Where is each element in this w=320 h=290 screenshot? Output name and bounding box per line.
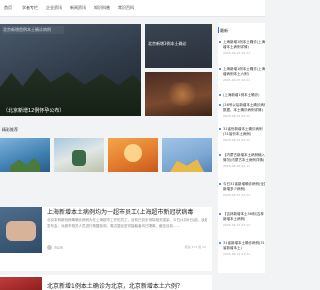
nav-scholar-column[interactable]: 学者专栏 xyxy=(22,5,38,11)
article-title-2[interactable]: 北京新增1例本土确诊为北京，北京新增本土六例？ xyxy=(47,281,183,290)
sidebar-item-title-line-1[interactable]: (上海新增1例本土确诊) xyxy=(223,93,265,98)
nav-science[interactable]: 知识科普 xyxy=(94,5,110,11)
sidebar-item-title-line-2[interactable]: 新增多少病例) xyxy=(223,187,265,192)
sidebar-latest: 最新 上海新增1例本土确诊(上海新 增本土病例详情) 2025-04-07 22… xyxy=(218,23,265,273)
sidebar-item-title-line-2[interactable]: 新增本土病例) xyxy=(223,217,265,222)
sidebar-item-title-line-2[interactable]: 增本土病例详情) xyxy=(223,45,265,50)
sun-shape xyxy=(124,144,142,162)
section-title: 精彩推荐 xyxy=(2,127,18,132)
hero-tag: 北京新增首例本土确诊病例 xyxy=(3,27,51,32)
bullet-icon xyxy=(219,128,221,130)
sidebar-title: 最新 xyxy=(220,28,228,33)
sidebar-item-date: 2025-04-07 22:11 xyxy=(223,114,251,118)
hero-side-card-2[interactable] xyxy=(145,72,212,116)
article-card-1[interactable]: 上海新增本土病例均为一超市员工(上海超市新冠状病毒 北京本例新冠病毒确诊病例为在… xyxy=(0,207,212,271)
bullet-icon xyxy=(219,154,221,156)
sidebar-item-title-line-2[interactable]: 省新增本土) xyxy=(223,246,265,251)
article-thumbnail-2[interactable] xyxy=(0,277,42,290)
sidebar-item-date: 2025-04-07 22:11 xyxy=(223,193,251,197)
sidebar-item-title-line-2[interactable]: (31省份本土病例) xyxy=(223,132,265,137)
sidebar-item-date: 2025-04-07 22:11 xyxy=(223,51,251,55)
sidebar-item-title-line-2[interactable]: 情况(内蒙古本土病例详情) xyxy=(223,158,265,163)
hero-side-card-1[interactable]: 北京新增3例本土确诊 xyxy=(145,24,212,68)
sidebar-item-date: 2025-04-07 22:11 xyxy=(223,78,251,82)
article-stats: 阅读 271 赞 12 xyxy=(184,245,206,249)
nav-home[interactable]: 首页 xyxy=(4,5,12,11)
bullet-icon xyxy=(219,213,221,215)
mountain-shape xyxy=(10,158,40,172)
nav-encyclopedia[interactable]: 常识百科 xyxy=(118,5,134,11)
nav-news[interactable]: 新闻资讯 xyxy=(70,5,86,11)
sidebar-item-title-line-2[interactable]: 增病例本土六例) xyxy=(223,72,265,77)
field-shape xyxy=(170,159,204,172)
bullet-icon xyxy=(219,41,221,43)
article-excerpt-line-2: 发布会，对超市相关人员进行核酸检测，周边居民密切接触者均已隔离，截至目前…… xyxy=(47,224,180,228)
bullet-icon xyxy=(219,94,221,96)
article-title[interactable]: 上海新增本土病例均为一超市员工(上海超市新冠状病毒 xyxy=(47,207,193,216)
recommend-thumb-4[interactable] xyxy=(162,138,212,172)
article-excerpt-line-1: 北京本例新冠病毒确诊病例为在上海超市工作的员工，目前已初步排除相关感染，今日(4… xyxy=(47,218,207,222)
nav-company-news[interactable]: 企业资讯 xyxy=(46,5,62,11)
recommend-thumb-1[interactable] xyxy=(0,138,50,172)
bullet-icon xyxy=(219,242,221,244)
section-marker xyxy=(218,27,219,33)
sidebar-item-date: 2025-04-07 22:11 xyxy=(223,223,251,227)
article-meta: 阅读量 xyxy=(47,245,63,250)
sidebar-item-date: 2025-04-07 22:11 xyxy=(223,252,251,256)
article-thumbnail[interactable] xyxy=(0,207,42,253)
article-author: 阅读量 xyxy=(54,245,64,250)
hero-main-caption[interactable]: （北京新增12例怀孕公布） xyxy=(3,107,64,114)
recommend-thumb-2[interactable] xyxy=(54,138,104,172)
main-column: 北京新增首例本土确诊病例 （北京新增12例怀孕公布） 北京新增3例本土确诊 精彩… xyxy=(0,17,212,290)
hand-image xyxy=(6,221,36,241)
sidebar-item-date: 2025-04-07 22:11 xyxy=(223,138,251,142)
bullet-icon xyxy=(219,104,221,106)
sunset-glow xyxy=(165,82,199,106)
sidebar-item-title-line-2[interactable]: 数据，本土确诊病例详情) xyxy=(223,108,265,113)
article-card-2[interactable]: 北京新增1例本土确诊为北京，北京新增本土六例？ xyxy=(0,275,212,290)
bullet-icon xyxy=(219,183,221,185)
hero-main-card[interactable]: 北京新增首例本土确诊病例 （北京新增12例怀孕公布） xyxy=(0,24,141,116)
hero-side-caption-1[interactable]: 北京新增3例本土确诊 xyxy=(148,41,187,47)
bottle-shape xyxy=(72,150,86,166)
sidebar-item-date: 2025-04-07 22:11 xyxy=(223,164,251,168)
bullet-icon xyxy=(219,68,221,70)
recommend-thumb-3[interactable] xyxy=(108,138,158,172)
top-navigation: 首页 学者专栏 企业资讯 新闻资讯 知识科普 常识百科 xyxy=(0,0,265,17)
avatar xyxy=(47,245,52,250)
